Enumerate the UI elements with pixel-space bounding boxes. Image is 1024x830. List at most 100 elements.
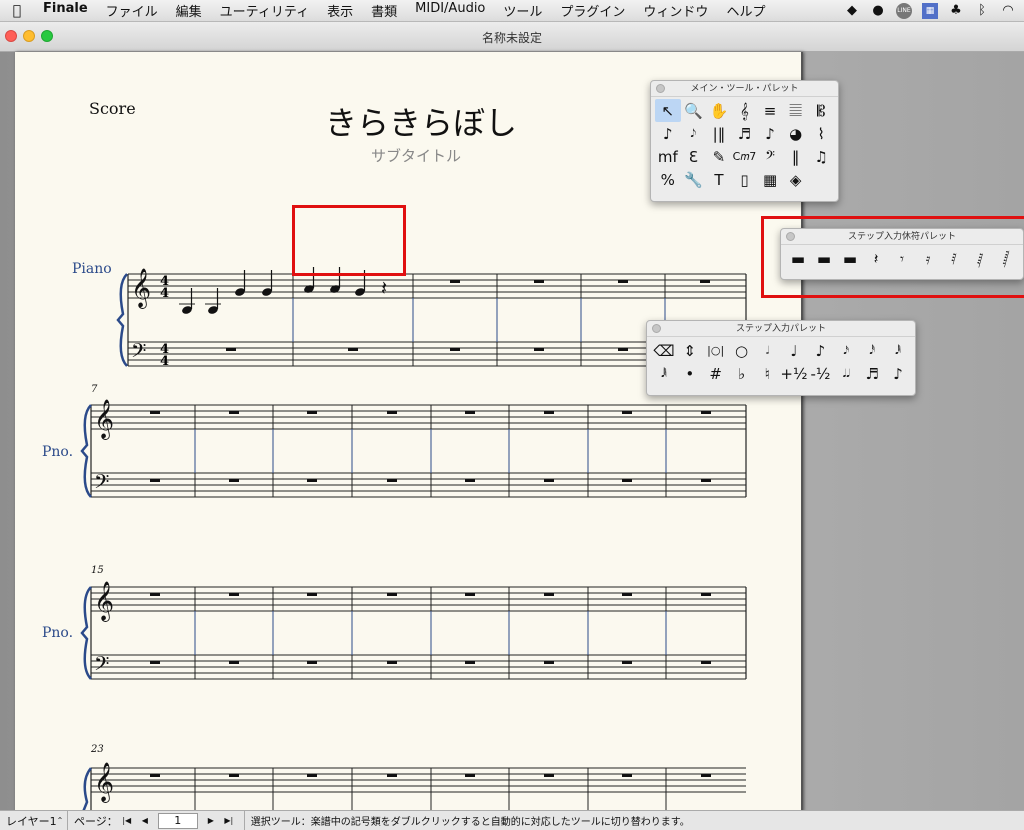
menu-item-2[interactable]: 編集 — [167, 1, 211, 20]
main-palette-tool-8[interactable]: ♪ — [655, 122, 681, 145]
app-icon[interactable]: ▦ — [922, 2, 938, 19]
system3-treble-clef: 𝄞 — [94, 581, 114, 622]
menu-item-10[interactable]: ヘルプ — [717, 1, 774, 20]
prev-page-icon[interactable]: ◀ — [138, 814, 152, 828]
menu-item-8[interactable]: プラグイン — [551, 1, 634, 20]
rest-palette-tool-5[interactable]: 𝄾 — [889, 247, 915, 270]
main-palette-tool-6[interactable]: 𝄚 — [783, 99, 809, 122]
menu-item-4[interactable]: 表示 — [318, 1, 362, 20]
whole-rest — [307, 661, 317, 664]
palette-close-button[interactable] — [656, 84, 665, 93]
creative-cloud-icon[interactable]: ● — [870, 3, 886, 19]
main-palette-tool-27[interactable]: ◈ — [783, 168, 809, 191]
palette-close-button[interactable] — [786, 232, 795, 241]
line-icon[interactable]: LINE — [896, 2, 912, 19]
palette-close-button[interactable] — [652, 324, 661, 333]
whole-rest — [387, 661, 397, 664]
bluetooth-icon[interactable]: ᛒ — [974, 3, 990, 19]
step-palette-header[interactable]: ステップ入力パレット — [647, 321, 915, 337]
whole-rest — [465, 593, 475, 596]
menu-item-6[interactable]: MIDI/Audio — [406, 1, 494, 20]
main-palette-tool-9[interactable]: 𝅘𝅥𝅮 — [681, 122, 707, 145]
step-palette-tool-4[interactable]: ○ — [729, 339, 755, 362]
dropbox-icon[interactable]: ◆ — [844, 3, 860, 19]
layer-select[interactable]: レイヤー1 ⌃ — [0, 811, 68, 830]
rest-palette-tool-1[interactable]: ▬ — [785, 247, 811, 270]
main-palette-tool-25[interactable]: ▯ — [732, 168, 758, 191]
evernote-icon[interactable]: ♣ — [948, 3, 964, 19]
menu-item-3[interactable]: ユーティリティ — [211, 1, 318, 20]
main-palette-tool-1[interactable]: ↖ — [655, 99, 681, 122]
main-palette-tool-17[interactable]: ✎ — [706, 145, 732, 168]
main-palette-tool-20[interactable]: ‖ — [783, 145, 809, 168]
step-palette-tool-9[interactable]: 𝅘𝅥𝅰 — [859, 339, 885, 362]
main-palette-tool-12[interactable]: ♪ — [757, 122, 783, 145]
rest-palette-tool-4[interactable]: 𝄽 — [863, 247, 889, 270]
whole-rest — [229, 774, 239, 777]
step-palette-tool-6[interactable]: ♩ — [780, 339, 807, 362]
step-palette-tool-1[interactable]: ⌫ — [651, 339, 677, 362]
main-palette-tool-18[interactable]: C𝑚7 — [732, 145, 758, 168]
step-palette-tool-12[interactable]: • — [677, 362, 703, 385]
rest-palette-tool-9[interactable]: 𝅂 — [993, 247, 1019, 270]
page-number-input[interactable]: 1 — [157, 812, 198, 829]
whole-rest — [465, 479, 475, 482]
wifi-icon[interactable]: ◠ — [1000, 3, 1016, 19]
main-palette-tool-19[interactable]: 𝄢 — [757, 145, 783, 168]
step-palette-tool-10[interactable]: 𝅘𝅥𝅱 — [885, 339, 911, 362]
step-palette-tool-5[interactable]: 𝅗𝅥 — [755, 339, 781, 362]
rest-palette-tool-7[interactable]: 𝅀 — [941, 247, 967, 270]
whole-rest — [544, 774, 554, 777]
main-palette-tool-7[interactable]: 𝄡 — [808, 99, 834, 122]
step-palette-tool-11[interactable]: 𝅘𝅥𝅲 — [651, 362, 677, 385]
step-palette-tool-18[interactable]: 𝅘𝅥𝅘𝅥 — [833, 362, 859, 385]
step-palette-tool-16[interactable]: +½ — [780, 362, 807, 385]
step-palette-tool-7[interactable]: ♪ — [807, 339, 833, 362]
step-entry-palette[interactable]: ステップ入力パレット ⌫ ⇕ |○| ○ 𝅗𝅥 ♩ ♪ 𝅘𝅥𝅯 𝅘𝅥𝅰 𝅘𝅥𝅱 𝅘𝅥𝅲 • # ♭ ♮ +½ -… — [646, 320, 916, 396]
rest-palette-tool-2[interactable]: ▬ — [811, 247, 837, 270]
main-palette-tool-15[interactable]: mf — [655, 145, 681, 168]
step-palette-tool-19[interactable]: ♬ — [859, 362, 885, 385]
step-rest-palette[interactable]: ステップ入力休符パレット ▬ ▬ ▬ 𝄽 𝄾 𝄿 𝅀 𝅁 𝅂 — [780, 228, 1024, 280]
menu-item-9[interactable]: ウィンドウ — [634, 1, 717, 20]
main-palette-tool-14[interactable]: ⌇ — [808, 122, 834, 145]
main-palette-tool-22[interactable]: % — [655, 168, 681, 191]
main-palette-tool-4[interactable]: 𝄞 — [732, 99, 758, 122]
step-palette-tool-14[interactable]: ♭ — [729, 362, 755, 385]
first-page-icon[interactable]: |◀ — [120, 814, 134, 828]
main-palette-tool-5[interactable]: ≡ — [757, 99, 783, 122]
last-page-icon[interactable]: ▶| — [222, 814, 236, 828]
system3-brace — [80, 586, 92, 680]
main-palette-tool-10[interactable]: |‖ — [706, 122, 732, 145]
step-palette-tool-13[interactable]: # — [703, 362, 729, 385]
main-palette-tool-23[interactable]: 🔧 — [681, 168, 707, 191]
menu-item-7[interactable]: ツール — [494, 1, 551, 20]
apple-menu-icon[interactable]:  — [0, 3, 34, 19]
menu-app[interactable]: Finale — [34, 1, 97, 20]
main-palette-tool-16[interactable]: Ɛ — [681, 145, 707, 168]
step-palette-tool-20[interactable]: ♪ — [885, 362, 911, 385]
main-palette-tool-13[interactable]: ◕ — [783, 122, 809, 145]
whole-rest — [387, 593, 397, 596]
main-palette-tool-11[interactable]: ♬ — [732, 122, 758, 145]
menu-item-5[interactable]: 書類 — [362, 1, 406, 20]
menu-item-1[interactable]: ファイル — [97, 1, 167, 20]
step-palette-tool-8[interactable]: 𝅘𝅥𝅯 — [833, 339, 859, 362]
rest-palette-tool-8[interactable]: 𝅁 — [967, 247, 993, 270]
main-palette-tool-2[interactable]: 🔍 — [681, 99, 707, 122]
rest-palette-tool-3[interactable]: ▬ — [837, 247, 863, 270]
main-palette-tool-26[interactable]: ▦ — [757, 168, 783, 191]
next-page-icon[interactable]: ▶ — [204, 814, 218, 828]
whole-rest — [307, 774, 317, 777]
main-palette-tool-21[interactable]: ♫ — [808, 145, 834, 168]
main-palette-header[interactable]: メイン・ツール・パレット — [651, 81, 838, 97]
main-tool-palette[interactable]: メイン・ツール・パレット ↖ 🔍 ✋ 𝄞 ≡ 𝄚 𝄡 ♪ 𝅘𝅥𝅮 |‖ ♬ ♪ ◕ ⌇ mf Ɛ ✎ C𝑚7 𝄢 ‖ ♫… — [650, 80, 839, 202]
step-palette-tool-17[interactable]: -½ — [807, 362, 833, 385]
rest-palette-tool-6[interactable]: 𝄿 — [915, 247, 941, 270]
rest-palette-header[interactable]: ステップ入力休符パレット — [781, 229, 1023, 245]
main-palette-tool-24[interactable]: T — [706, 168, 732, 191]
main-palette-tool-3[interactable]: ✋ — [706, 99, 732, 122]
step-palette-tool-15[interactable]: ♮ — [755, 362, 781, 385]
step-palette-tool-3[interactable]: |○| — [703, 339, 729, 362]
step-palette-tool-2[interactable]: ⇕ — [677, 339, 703, 362]
